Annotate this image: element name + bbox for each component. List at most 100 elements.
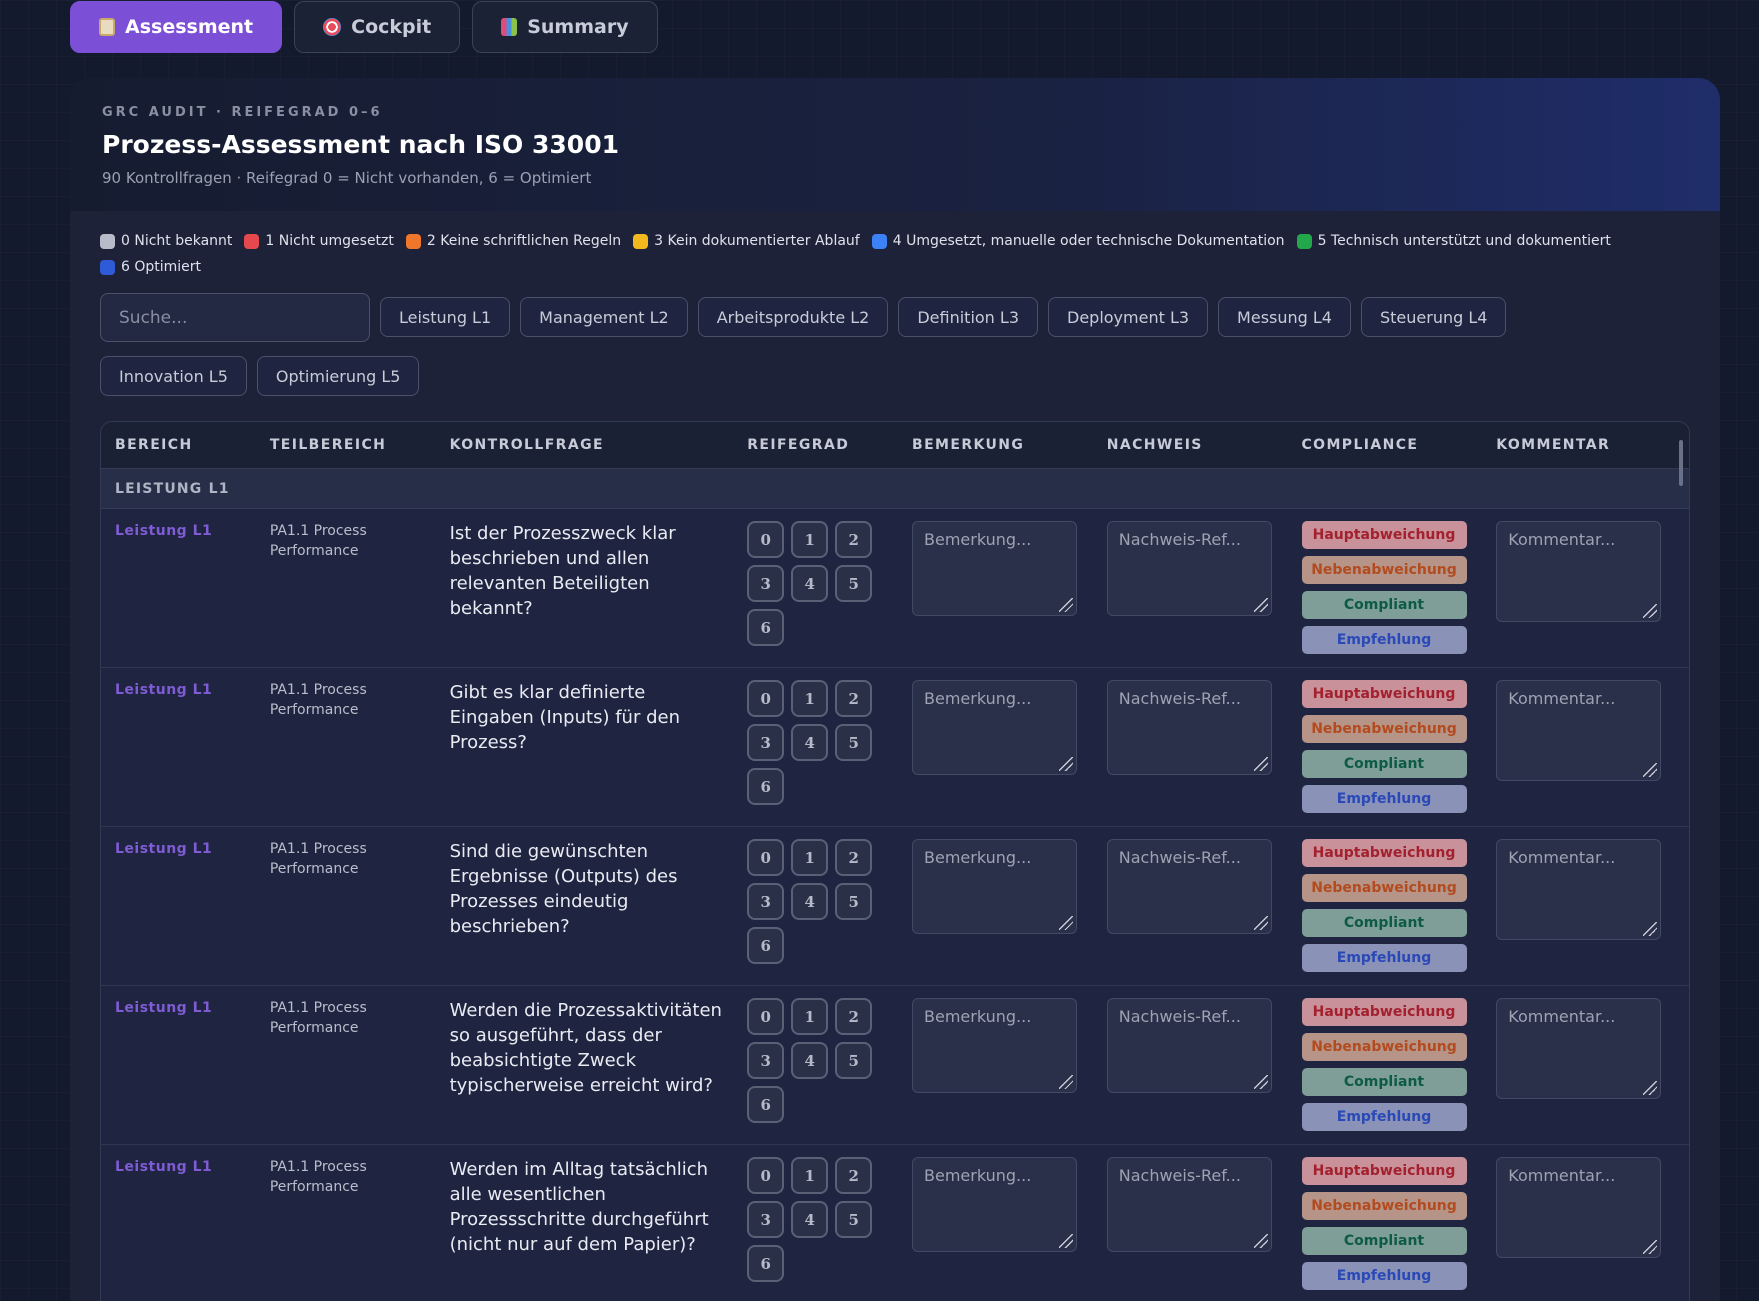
grade-button[interactable]: 0 [747, 680, 785, 717]
filter-chip[interactable]: Leistung L1 [380, 297, 511, 337]
empfehlung-button[interactable]: Empfehlung [1301, 1262, 1467, 1290]
tab-cockpit[interactable]: Cockpit [294, 1, 461, 53]
nebenabweichung-button[interactable]: Nebenabweichung [1301, 1192, 1467, 1220]
table-scrollbar[interactable] [1679, 440, 1683, 486]
nachweis-field[interactable]: Nachweis-Ref... [1106, 521, 1272, 616]
nachweis-field[interactable]: Nachweis-Ref... [1106, 998, 1272, 1093]
filter-chip[interactable]: Management L2 [520, 297, 688, 337]
grade-button[interactable]: 1 [791, 839, 829, 876]
bereich-link[interactable]: Leistung L1 [115, 1157, 266, 1175]
empfehlung-button[interactable]: Empfehlung [1301, 1103, 1467, 1131]
resize-handle-icon[interactable] [1253, 1075, 1268, 1089]
compliant-button[interactable]: Compliant [1301, 909, 1467, 937]
resize-handle-icon[interactable] [1253, 598, 1268, 612]
grade-button[interactable]: 1 [791, 998, 829, 1035]
resize-handle-icon[interactable] [1059, 916, 1073, 930]
resize-handle-icon[interactable] [1059, 757, 1073, 771]
resize-handle-icon[interactable] [1643, 922, 1658, 936]
resize-handle-icon[interactable] [1643, 763, 1658, 777]
kommentar-field[interactable]: Kommentar... [1496, 680, 1662, 781]
resize-handle-icon[interactable] [1253, 1234, 1268, 1248]
grade-button[interactable]: 2 [835, 1157, 873, 1194]
grade-button[interactable]: 3 [747, 883, 785, 920]
grade-button[interactable]: 4 [791, 883, 829, 920]
grade-button[interactable]: 1 [791, 680, 829, 717]
bereich-link[interactable]: Leistung L1 [115, 839, 266, 857]
grade-button[interactable]: 6 [747, 927, 785, 964]
kommentar-field[interactable]: Kommentar... [1496, 1157, 1662, 1258]
tab-assessment[interactable]: Assessment [70, 1, 283, 53]
grade-button[interactable]: 0 [747, 998, 785, 1035]
kommentar-field[interactable]: Kommentar... [1496, 998, 1662, 1099]
compliant-button[interactable]: Compliant [1301, 750, 1467, 778]
empfehlung-button[interactable]: Empfehlung [1301, 944, 1467, 972]
grade-button[interactable]: 3 [747, 565, 785, 602]
grade-button[interactable]: 3 [747, 1042, 785, 1079]
nebenabweichung-button[interactable]: Nebenabweichung [1301, 1033, 1467, 1061]
grade-button[interactable]: 2 [835, 680, 873, 717]
nebenabweichung-button[interactable]: Nebenabweichung [1301, 715, 1467, 743]
bemerkung-field[interactable]: Bemerkung... [912, 521, 1077, 616]
nachweis-field[interactable]: Nachweis-Ref... [1106, 680, 1272, 775]
compliant-button[interactable]: Compliant [1301, 1068, 1467, 1096]
grade-button[interactable]: 6 [747, 768, 785, 805]
filter-chip[interactable]: Innovation L5 [100, 356, 247, 396]
resize-handle-icon[interactable] [1253, 757, 1268, 771]
bereich-link[interactable]: Leistung L1 [115, 998, 266, 1016]
grade-button[interactable]: 0 [747, 1157, 785, 1194]
grade-button[interactable]: 5 [835, 565, 873, 602]
empfehlung-button[interactable]: Empfehlung [1301, 626, 1467, 654]
grade-button[interactable]: 0 [747, 521, 785, 558]
bereich-link[interactable]: Leistung L1 [115, 680, 266, 698]
hauptabweichung-button[interactable]: Hauptabweichung [1301, 839, 1467, 867]
resize-handle-icon[interactable] [1643, 1240, 1658, 1254]
nebenabweichung-button[interactable]: Nebenabweichung [1301, 556, 1467, 584]
grade-button[interactable]: 4 [791, 565, 829, 602]
filter-chip[interactable]: Definition L3 [898, 297, 1038, 337]
grade-button[interactable]: 4 [791, 1201, 829, 1238]
bemerkung-field[interactable]: Bemerkung... [912, 998, 1077, 1093]
filter-chip[interactable]: Messung L4 [1218, 297, 1351, 337]
grade-button[interactable]: 3 [747, 1201, 785, 1238]
grade-button[interactable]: 0 [747, 839, 785, 876]
grade-button[interactable]: 5 [835, 1042, 873, 1079]
grade-button[interactable]: 3 [747, 724, 785, 761]
kommentar-field[interactable]: Kommentar... [1496, 839, 1662, 940]
compliant-button[interactable]: Compliant [1301, 591, 1467, 619]
resize-handle-icon[interactable] [1059, 1234, 1073, 1248]
nachweis-field[interactable]: Nachweis-Ref... [1106, 839, 1272, 934]
bereich-link[interactable]: Leistung L1 [115, 521, 266, 539]
kommentar-field[interactable]: Kommentar... [1496, 521, 1662, 622]
grade-button[interactable]: 4 [791, 1042, 829, 1079]
resize-handle-icon[interactable] [1643, 1081, 1658, 1095]
empfehlung-button[interactable]: Empfehlung [1301, 785, 1467, 813]
resize-handle-icon[interactable] [1059, 1075, 1073, 1089]
grade-button[interactable]: 5 [835, 883, 873, 920]
resize-handle-icon[interactable] [1253, 916, 1268, 930]
hauptabweichung-button[interactable]: Hauptabweichung [1301, 998, 1467, 1026]
bemerkung-field[interactable]: Bemerkung... [912, 1157, 1077, 1252]
tab-summary[interactable]: Summary [472, 1, 658, 53]
grade-button[interactable]: 6 [747, 1086, 785, 1123]
resize-handle-icon[interactable] [1643, 604, 1658, 618]
grade-button[interactable]: 1 [791, 521, 829, 558]
grade-button[interactable]: 6 [747, 609, 785, 646]
grade-button[interactable]: 5 [835, 724, 873, 761]
grade-button[interactable]: 1 [791, 1157, 829, 1194]
hauptabweichung-button[interactable]: Hauptabweichung [1301, 680, 1467, 708]
filter-chip[interactable]: Deployment L3 [1048, 297, 1209, 337]
filter-chip[interactable]: Arbeitsprodukte L2 [697, 297, 889, 337]
resize-handle-icon[interactable] [1059, 598, 1073, 612]
search-input[interactable] [100, 293, 370, 342]
bemerkung-field[interactable]: Bemerkung... [912, 839, 1077, 934]
nebenabweichung-button[interactable]: Nebenabweichung [1301, 874, 1467, 902]
hauptabweichung-button[interactable]: Hauptabweichung [1301, 521, 1467, 549]
grade-button[interactable]: 2 [835, 521, 873, 558]
filter-chip[interactable]: Steuerung L4 [1360, 297, 1507, 337]
grade-button[interactable]: 2 [835, 839, 873, 876]
grade-button[interactable]: 2 [835, 998, 873, 1035]
nachweis-field[interactable]: Nachweis-Ref... [1106, 1157, 1272, 1252]
grade-button[interactable]: 4 [791, 724, 829, 761]
grade-button[interactable]: 5 [835, 1201, 873, 1238]
compliant-button[interactable]: Compliant [1301, 1227, 1467, 1255]
